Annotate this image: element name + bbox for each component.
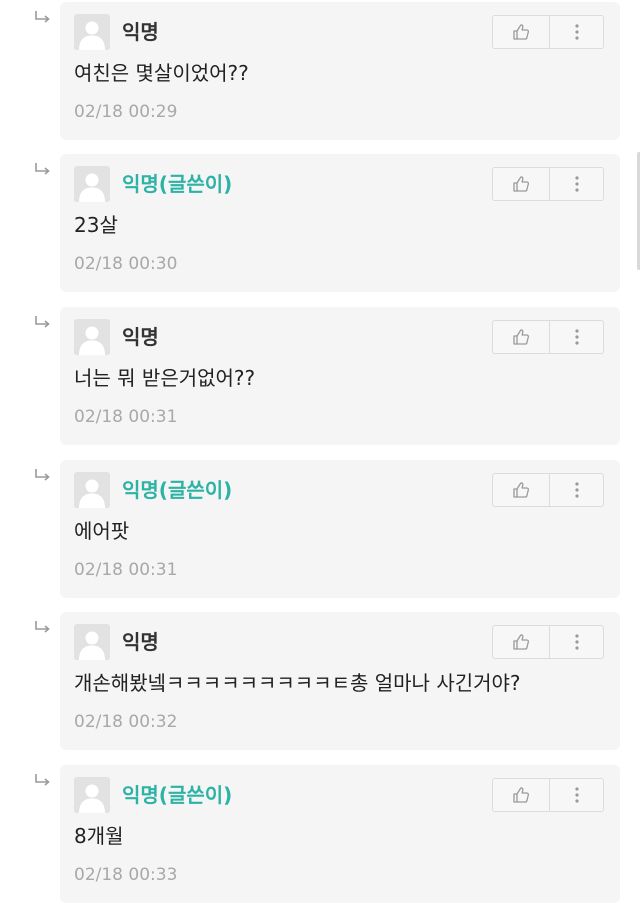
comment-actions: [492, 167, 604, 201]
comment-card: 익명 여친은 몇살이었어?? 02/18 00:29: [60, 2, 620, 140]
default-avatar-icon: [74, 319, 110, 355]
thumbs-up-icon: [513, 634, 530, 650]
default-avatar-icon: [74, 166, 110, 202]
more-vertical-icon: [574, 634, 579, 650]
comment-timestamp: 02/18 00:33: [74, 865, 178, 885]
more-vertical-icon: [574, 329, 579, 345]
comment-text: 23살: [74, 213, 118, 237]
reply-arrow-icon: [34, 620, 52, 636]
like-button[interactable]: [493, 16, 549, 48]
like-button[interactable]: [493, 321, 549, 353]
comment-text: 8개월: [74, 824, 124, 848]
default-avatar-icon: [74, 777, 110, 813]
comment-timestamp: 02/18 00:29: [74, 102, 178, 122]
comment-timestamp: 02/18 00:31: [74, 407, 178, 427]
more-vertical-icon: [574, 482, 579, 498]
more-options-button[interactable]: [550, 321, 603, 353]
comment-timestamp: 02/18 00:32: [74, 712, 178, 732]
comment-card: 익명(글쓴이) 8개월 02/18 00:33: [60, 765, 620, 903]
comment-timestamp: 02/18 00:31: [74, 560, 178, 580]
thumbs-up-icon: [513, 329, 530, 345]
thumbs-up-icon: [513, 482, 530, 498]
more-options-button[interactable]: [550, 779, 603, 811]
reply-comment: 익명(글쓴이) 에어팟 02/18 00:31: [0, 458, 640, 598]
reply-arrow-icon: [34, 773, 52, 789]
comment-nickname: 익명: [122, 630, 159, 654]
comment-text: 개손해봤넼ㅋㅋㅋㅋㅋㅋㅋㅋㅋㅌ총 얼마나 사긴거야?: [74, 671, 521, 695]
comment-nickname: 익명(글쓴이): [122, 478, 233, 502]
comment-card: 익명 개손해봤넼ㅋㅋㅋㅋㅋㅋㅋㅋㅋㅌ총 얼마나 사긴거야? 02/18 00:3…: [60, 612, 620, 750]
avatar[interactable]: [74, 319, 110, 355]
reply-comment: 익명(글쓴이) 8개월 02/18 00:33: [0, 763, 640, 903]
avatar[interactable]: [74, 14, 110, 50]
reply-comment: 익명 개손해봤넼ㅋㅋㅋㅋㅋㅋㅋㅋㅋㅌ총 얼마나 사긴거야? 02/18 00:3…: [0, 610, 640, 750]
like-button[interactable]: [493, 626, 549, 658]
reply-arrow-icon: [34, 315, 52, 331]
more-vertical-icon: [574, 176, 579, 192]
thumbs-up-icon: [513, 787, 530, 803]
comment-nickname: 익명(글쓴이): [122, 783, 233, 807]
avatar[interactable]: [74, 624, 110, 660]
like-button[interactable]: [493, 779, 549, 811]
reply-arrow-icon: [34, 10, 52, 26]
comment-text: 여친은 몇살이었어??: [74, 61, 249, 85]
comment-timestamp: 02/18 00:30: [74, 254, 178, 274]
more-vertical-icon: [574, 787, 579, 803]
reply-comment: 익명 너는 뭐 받은거없어?? 02/18 00:31: [0, 305, 640, 445]
comment-nickname: 익명(글쓴이): [122, 172, 233, 196]
avatar[interactable]: [74, 166, 110, 202]
more-options-button[interactable]: [550, 16, 603, 48]
avatar[interactable]: [74, 472, 110, 508]
comment-text: 너는 뭐 받은거없어??: [74, 366, 256, 390]
comment-actions: [492, 15, 604, 49]
comment-actions: [492, 778, 604, 812]
reply-comment: 익명(글쓴이) 23살 02/18 00:30: [0, 152, 640, 292]
reply-comment: 익명 여친은 몇살이었어?? 02/18 00:29: [0, 0, 640, 140]
default-avatar-icon: [74, 472, 110, 508]
comment-nickname: 익명: [122, 325, 159, 349]
more-vertical-icon: [574, 24, 579, 40]
comment-card: 익명(글쓴이) 에어팟 02/18 00:31: [60, 460, 620, 598]
comment-text: 에어팟: [74, 519, 130, 543]
comment-card: 익명 너는 뭐 받은거없어?? 02/18 00:31: [60, 307, 620, 445]
comment-card: 익명(글쓴이) 23살 02/18 00:30: [60, 154, 620, 292]
avatar[interactable]: [74, 777, 110, 813]
thumbs-up-icon: [513, 24, 530, 40]
thumbs-up-icon: [513, 176, 530, 192]
more-options-button[interactable]: [550, 168, 603, 200]
more-options-button[interactable]: [550, 474, 603, 506]
comment-actions: [492, 320, 604, 354]
default-avatar-icon: [74, 624, 110, 660]
comment-actions: [492, 625, 604, 659]
reply-arrow-icon: [34, 162, 52, 178]
comment-actions: [492, 473, 604, 507]
more-options-button[interactable]: [550, 626, 603, 658]
comment-nickname: 익명: [122, 20, 159, 44]
like-button[interactable]: [493, 168, 549, 200]
like-button[interactable]: [493, 474, 549, 506]
reply-arrow-icon: [34, 468, 52, 484]
default-avatar-icon: [74, 14, 110, 50]
